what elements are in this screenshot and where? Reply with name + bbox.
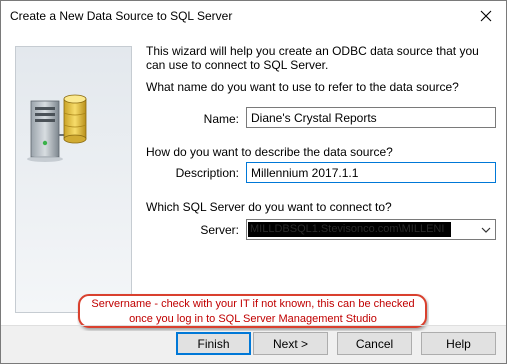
next-button[interactable]: Next > — [253, 332, 328, 355]
window-title: Create a New Data Source to SQL Server — [10, 9, 233, 23]
close-icon — [480, 10, 492, 22]
description-question: How do you want to describe the data sou… — [146, 145, 393, 159]
description-label: Description: — [175, 166, 239, 180]
title-bar: Create a New Data Source to SQL Server — [1, 1, 506, 31]
server-label: Server: — [200, 223, 239, 237]
chevron-down-icon — [481, 227, 491, 233]
server-database-icon — [16, 47, 131, 312]
finish-button[interactable]: Finish — [176, 332, 251, 355]
button-separator — [1, 325, 506, 326]
description-input[interactable] — [246, 162, 496, 183]
server-question: Which SQL Server do you want to connect … — [146, 200, 392, 214]
name-label: Name: — [203, 112, 239, 126]
dialog-window: Create a New Data Source to SQL Server T… — [0, 0, 507, 364]
intro-text: This wizard will help you create an ODBC… — [146, 44, 479, 72]
server-value: MILLDBSQL1.Stevisonco.com\MILLENI — [248, 222, 451, 237]
callout-text: Servername - check with your IT if not k… — [91, 298, 415, 325]
close-button[interactable] — [466, 1, 506, 31]
name-question: What name do you want to use to refer to… — [146, 80, 459, 94]
wizard-content: This wizard will help you create an ODBC… — [1, 31, 506, 328]
name-input[interactable] — [246, 107, 496, 128]
server-dropdown-button[interactable] — [477, 220, 495, 239]
help-button[interactable]: Help — [421, 332, 496, 355]
cancel-button[interactable]: Cancel — [337, 332, 412, 355]
server-combobox[interactable]: MILLDBSQL1.Stevisonco.com\MILLENI — [246, 219, 496, 240]
wizard-art-panel — [15, 46, 132, 313]
